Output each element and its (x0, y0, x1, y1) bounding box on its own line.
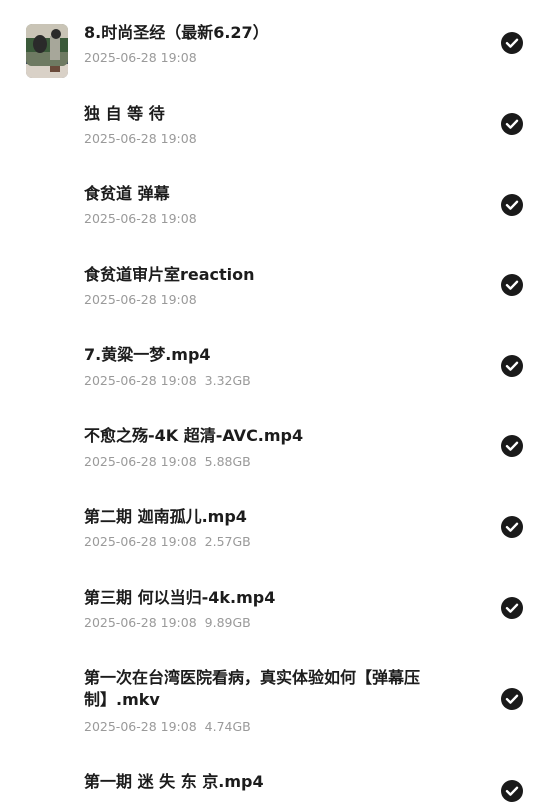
item-date: 2025-06-28 19:08 (84, 534, 197, 549)
item-date: 2025-06-28 19:08 (84, 292, 197, 307)
checkmark-icon[interactable] (501, 355, 523, 377)
item-date: 2025-06-28 19:08 (84, 615, 197, 630)
checkmark-icon[interactable] (501, 597, 523, 619)
item-size: 9.89GB (204, 615, 251, 630)
checkmark-icon[interactable] (501, 516, 523, 538)
checkmark-icon[interactable] (501, 780, 523, 802)
item-name: 独 自 等 待 (84, 104, 165, 123)
item-meta: 2025-06-28 19:08 5.88GB (84, 454, 251, 470)
file-list: 8.时尚圣经（最新6.27） 2025-06-28 19:08 独 自 等 待 202… (0, 0, 539, 802)
checkmark-icon[interactable] (501, 194, 523, 216)
item-size: 2.57GB (204, 534, 251, 549)
item-date: 2025-06-28 19:08 (84, 454, 197, 469)
item-name: 第二期 迦南孤儿.mp4 (84, 507, 247, 526)
checkmark-icon[interactable] (501, 435, 523, 457)
item-size: 4.74GB (204, 719, 251, 734)
item-name: 7.黄粱一梦.mp4 (84, 345, 211, 364)
item-meta: 2025-06-28 19:08 2.57GB (84, 534, 251, 550)
item-date: 2025-06-28 19:08 (84, 211, 197, 226)
item-name: 第一期 迷 失 东 京.mp4 (84, 772, 264, 791)
item-meta: 2025-06-28 19:08 3.32GB (84, 373, 251, 389)
item-name: 食贫道审片室reaction (84, 265, 255, 284)
item-meta: 2025-06-28 19:08 (84, 131, 197, 147)
checkmark-icon[interactable] (501, 688, 523, 710)
checkmark-icon[interactable] (501, 274, 523, 296)
video-thumbnail-wrap (26, 24, 68, 66)
file-row[interactable]: 第一期 迷 失 东 京.mp4 (0, 0, 539, 802)
item-meta: 2025-06-28 19:08 9.89GB (84, 615, 251, 631)
item-date: 2025-06-28 19:08 (84, 719, 197, 734)
item-size: 3.32GB (204, 373, 251, 388)
item-date: 2025-06-28 19:08 (84, 373, 197, 388)
item-name: 不愈之殇-4K 超清-AVC.mp4 (84, 426, 304, 445)
item-meta: 2025-06-28 19:08 4.74GB (84, 719, 251, 735)
video-thumbnail (26, 24, 68, 66)
item-name: 食贫道 弹幕 (84, 184, 170, 203)
item-name: 第一次在台湾医院看病，真实体验如何【弹幕压制】.mkv (84, 668, 421, 709)
item-meta: 2025-06-28 19:08 (84, 292, 197, 308)
item-date: 2025-06-28 19:08 (84, 131, 197, 146)
checkmark-icon[interactable] (501, 113, 523, 135)
item-meta: 2025-06-28 19:08 (84, 211, 197, 227)
item-name: 第三期 何以当归-4k.mp4 (84, 588, 276, 607)
item-size: 5.88GB (204, 454, 251, 469)
